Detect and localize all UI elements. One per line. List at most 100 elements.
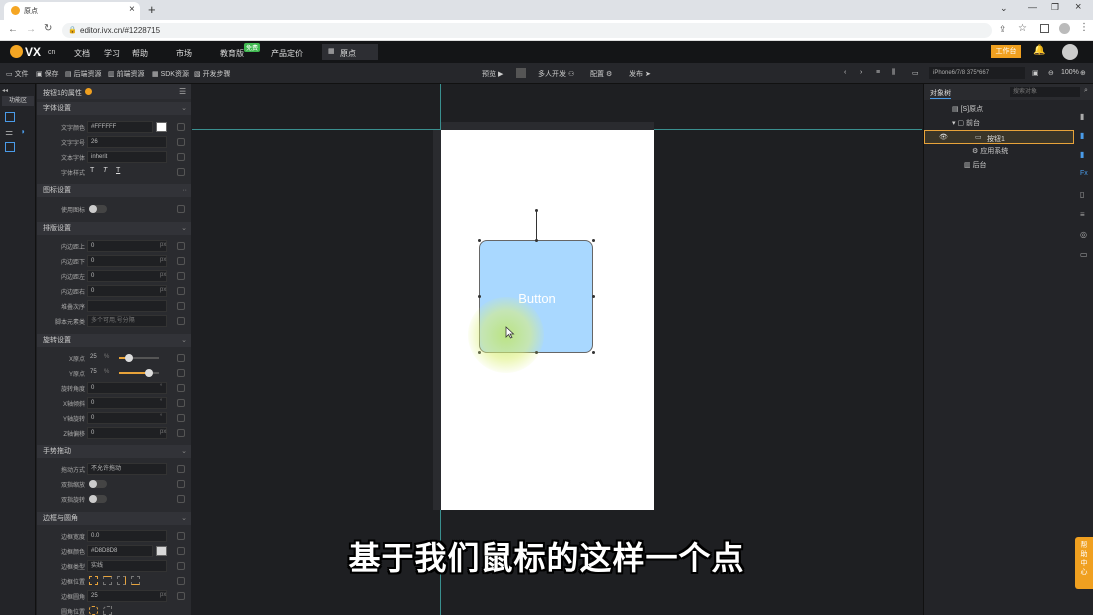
origin-y-value[interactable]: 75 <box>90 369 97 375</box>
browser-menu-icon[interactable]: ⋮ <box>1079 22 1089 33</box>
toolbar-preview[interactable]: 预览 ▶ <box>482 69 503 79</box>
font-family-select[interactable]: inherit <box>87 151 167 163</box>
bind-icon[interactable] <box>177 123 185 131</box>
section-gesture[interactable]: 手势拖动 ⌄ <box>37 445 191 458</box>
resize-handle-l[interactable] <box>478 295 481 298</box>
bind-icon[interactable] <box>177 384 185 392</box>
search-icon[interactable]: ⌕ <box>1084 87 1088 95</box>
pad-left-input[interactable]: 0 <box>87 270 167 282</box>
modules-icon[interactable]: ▮ <box>1080 150 1084 159</box>
layers-icon[interactable] <box>5 142 15 152</box>
use-icon-toggle[interactable] <box>89 205 107 213</box>
pinch-zoom-toggle[interactable] <box>89 480 107 488</box>
toolbar-config[interactable]: 配置 ⚙ <box>590 69 612 79</box>
bookmark-star-icon[interactable]: ☆ <box>1018 23 1027 34</box>
bind-icon[interactable] <box>177 272 185 280</box>
logo-text[interactable]: VX <box>25 45 41 59</box>
pinch-rotate-toggle[interactable] <box>89 495 107 503</box>
pad-top-input[interactable]: 0 <box>87 240 167 252</box>
minimize-icon[interactable]: — <box>1028 2 1037 12</box>
components-icon[interactable]: ▮ <box>1080 131 1084 140</box>
toolbar-frontend[interactable]: ▥ 前端资源 <box>108 69 145 79</box>
reload-icon[interactable]: ↻ <box>44 23 52 34</box>
z-offset-input[interactable]: 0 <box>87 427 167 439</box>
share-icon[interactable]: ⇪ <box>999 24 1007 35</box>
toolbar-sdk[interactable]: ▦ SDK资源 <box>152 69 189 79</box>
rotation-input[interactable]: 0 <box>87 382 167 394</box>
bind-icon[interactable] <box>177 242 185 250</box>
resize-handle-br[interactable] <box>592 351 595 354</box>
close-tab-icon[interactable]: × <box>129 4 135 15</box>
bind-icon[interactable] <box>177 495 185 503</box>
feature-tab[interactable]: 功能区 <box>2 96 34 106</box>
list-icon[interactable]: ≡ <box>1080 210 1085 219</box>
x-skew-input[interactable]: 0 <box>87 397 167 409</box>
bind-icon[interactable] <box>177 205 185 213</box>
italic-icon[interactable]: T <box>103 167 107 174</box>
tree-front[interactable]: ▾ ▢ 前台 <box>952 118 980 128</box>
forward-icon[interactable]: → <box>26 24 36 35</box>
object-tree-tab[interactable]: 对象树 <box>930 88 951 99</box>
bind-icon[interactable] <box>177 369 185 377</box>
help-icon[interactable] <box>85 88 92 95</box>
check-icon[interactable]: ◎ <box>1080 230 1087 239</box>
menu-market[interactable]: 市场 <box>176 48 192 59</box>
visibility-eye-icon[interactable]: 👁 <box>939 133 948 141</box>
qr-icon[interactable] <box>516 68 526 78</box>
workspace-button[interactable]: 工作台 <box>991 45 1021 58</box>
menu-edu[interactable]: 教育版 <box>220 48 244 59</box>
new-tab-button[interactable]: + <box>148 2 156 17</box>
maximize-icon[interactable]: ❐ <box>1051 2 1059 13</box>
device-select[interactable]: iPhone6/7/8 375*667 <box>929 67 1025 79</box>
object-search-input[interactable]: 搜索对象 <box>1010 87 1080 97</box>
group-input[interactable]: 多个可用,号分隔 <box>87 315 167 327</box>
tree-button-row[interactable]: 👁 ▭ 按钮1 <box>924 130 1074 144</box>
bind-icon[interactable] <box>177 317 185 325</box>
bind-icon[interactable] <box>177 354 185 362</box>
url-input[interactable]: 🔒 editor.ivx.cn/#1228715 <box>62 23 992 38</box>
undo-icon[interactable]: ‹ <box>844 69 846 76</box>
user-avatar[interactable] <box>1062 44 1078 60</box>
menu-pricing[interactable]: 产品定价 <box>271 48 303 59</box>
resize-handle-tl[interactable] <box>478 239 481 242</box>
sidepanel-icon[interactable] <box>1040 24 1049 33</box>
align-icon[interactable]: ≡ <box>876 69 880 76</box>
tab-list-icon[interactable]: ⌄ <box>1000 3 1008 14</box>
tree-root[interactable]: ▤ [S]原点 <box>952 104 983 114</box>
toolbar-multidev[interactable]: 多人开发 ⚇ <box>538 69 574 79</box>
collapse-icon[interactable]: ◂◂ <box>2 87 8 94</box>
radius-input[interactable]: 25 <box>87 590 167 602</box>
bind-icon[interactable] <box>177 287 185 295</box>
tree-back[interactable]: ▥ 后台 <box>964 160 987 170</box>
edit-icon[interactable] <box>5 112 15 122</box>
device-icon[interactable]: ▭ <box>912 69 919 77</box>
font-size-input[interactable]: 26 <box>87 136 167 148</box>
file-icon[interactable]: ▯ <box>1080 190 1084 199</box>
rotate-handle[interactable] <box>535 209 538 212</box>
bind-icon[interactable] <box>177 153 185 161</box>
slider-knob[interactable] <box>125 354 133 362</box>
phone-screen[interactable]: Button <box>441 130 654 510</box>
menu-docs[interactable]: 文档 <box>74 48 90 59</box>
section-border[interactable]: 边框与圆角 ⌄ <box>37 512 191 525</box>
radius-all-icon[interactable] <box>89 606 98 615</box>
toolbar-file[interactable]: ▭ 文件 <box>6 69 29 79</box>
help-center-button[interactable]: 帮助中心 <box>1075 537 1093 589</box>
toolbar-backend[interactable]: ▤ 后端资源 <box>65 69 102 79</box>
section-icon[interactable]: 图标设置 ·· <box>37 184 191 197</box>
bind-icon[interactable] <box>177 138 185 146</box>
open-tab[interactable]: ▦ 原点 <box>322 44 378 60</box>
origin-y-slider[interactable] <box>119 369 159 377</box>
resize-handle-r[interactable] <box>592 295 595 298</box>
back-icon[interactable]: ← <box>8 24 18 35</box>
slider-knob[interactable] <box>145 369 153 377</box>
zoom-out-icon[interactable]: ⊖ <box>1048 69 1054 77</box>
bind-icon[interactable] <box>177 399 185 407</box>
fit-icon[interactable]: ▣ <box>1032 69 1039 77</box>
function-icon[interactable]: Fx <box>1080 170 1088 177</box>
zoom-in-icon[interactable]: ⊕ <box>1080 69 1086 77</box>
comment-icon[interactable]: ▮ <box>1080 112 1084 121</box>
notification-bell-icon[interactable]: 🔔 <box>1033 45 1045 56</box>
sliders-icon[interactable]: ⚌ <box>5 127 13 138</box>
bind-icon[interactable] <box>177 257 185 265</box>
